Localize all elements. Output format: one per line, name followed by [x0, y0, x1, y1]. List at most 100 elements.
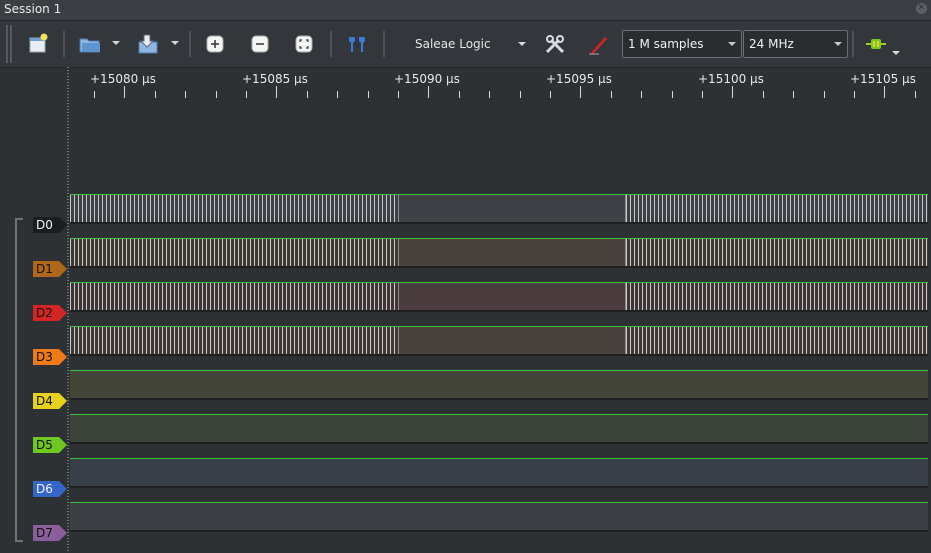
channel-label-d6[interactable]: D6 [33, 481, 67, 497]
open-icon[interactable] [78, 32, 102, 56]
signal-high-idle [398, 282, 626, 312]
signal-high-idle [398, 194, 626, 224]
ruler-tick [337, 91, 339, 98]
signal-burst [70, 194, 398, 224]
signal-burst [626, 282, 928, 312]
channel-lane-d2[interactable] [70, 276, 928, 312]
ruler-tick [732, 86, 734, 98]
channel-label-d7[interactable]: D7 [33, 525, 67, 541]
signal-burst [70, 238, 398, 268]
ruler-tick [154, 91, 156, 98]
waveform-left-edge [67, 67, 69, 553]
channel-lane-d6[interactable] [70, 452, 928, 488]
lane-divider [70, 442, 928, 444]
ruler-tick [519, 91, 521, 98]
device-name: Saleae Logic [415, 37, 491, 51]
toolbar-separator [330, 31, 332, 57]
toolbar: Saleae Logic 1 M samples 24 MHz [0, 21, 931, 68]
zoom-in-icon[interactable] [203, 32, 227, 56]
signal-high-idle [398, 326, 626, 356]
lane-divider [70, 266, 928, 268]
lane-background [70, 414, 928, 444]
toolbar-separator [852, 31, 854, 57]
window-title: Session 1 [4, 2, 62, 16]
toolbar-grip[interactable] [6, 25, 8, 63]
ruler-tick [428, 86, 430, 98]
ruler-tick [124, 86, 126, 98]
ruler-tick [762, 91, 764, 98]
ruler-tick [458, 91, 460, 98]
chevron-down-icon[interactable] [834, 42, 842, 46]
analyzer-icon[interactable] [864, 32, 888, 56]
rate-value: 24 MHz [749, 37, 794, 51]
lane-divider [70, 310, 928, 312]
channel-label-d0[interactable]: D0 [33, 217, 67, 233]
signal-high-line [70, 458, 928, 459]
new-session-icon[interactable] [27, 32, 51, 56]
ruler-label: +15100 µs [698, 72, 764, 86]
markers-icon[interactable] [345, 32, 369, 56]
device-selector[interactable]: Saleae Logic [400, 36, 530, 54]
ruler-tick [671, 91, 673, 98]
lane-background [70, 370, 928, 400]
ruler-tick [793, 91, 795, 98]
ruler-label: +15085 µs [242, 72, 308, 86]
time-ruler[interactable]: +15080 µs +15085 µs +15090 µs +15095 µs … [68, 67, 931, 107]
rate-combo[interactable]: 24 MHz [743, 30, 848, 58]
open-dropdown-arrow[interactable] [112, 41, 120, 45]
toolbar-separator [189, 31, 191, 57]
channel-group-bracket[interactable] [15, 218, 23, 542]
channel-lane-d4[interactable] [70, 364, 928, 400]
lane-divider [70, 530, 928, 532]
toolbar-grip[interactable] [10, 25, 12, 63]
zoom-out-icon[interactable] [248, 32, 272, 56]
analyzer-dropdown-arrow[interactable] [892, 51, 900, 55]
ruler-tick [276, 86, 278, 98]
ruler-label: +15095 µs [546, 72, 612, 86]
signal-high-line [70, 370, 928, 371]
ruler-label: +15105 µs [850, 72, 916, 86]
channel-label-d2[interactable]: D2 [33, 305, 67, 321]
settings-icon[interactable] [543, 32, 567, 56]
signal-high-idle [398, 238, 626, 268]
ruler-tick [914, 91, 916, 98]
close-session-icon[interactable]: ✕ [916, 3, 927, 14]
ruler-label: +15080 µs [90, 72, 156, 86]
channel-label-d4[interactable]: D4 [33, 393, 67, 409]
channel-lane-d1[interactable] [70, 232, 928, 268]
lane-background [70, 502, 928, 532]
toolbar-separator [63, 31, 65, 57]
channel-label-d5[interactable]: D5 [33, 437, 67, 453]
channel-label-d3[interactable]: D3 [33, 349, 67, 365]
samples-combo[interactable]: 1 M samples [622, 30, 742, 58]
channel-lane-d0[interactable] [70, 188, 928, 224]
ruler-tick [367, 91, 369, 98]
signal-burst [70, 326, 398, 356]
signal-burst [70, 282, 398, 312]
title-bar: Session 1 ✕ [0, 0, 931, 21]
lane-background [70, 458, 928, 488]
ruler-tick [246, 91, 247, 98]
lane-divider [70, 398, 928, 400]
save-dropdown-arrow[interactable] [171, 41, 179, 45]
lane-divider [70, 486, 928, 488]
channel-lane-d7[interactable] [70, 496, 928, 532]
channel-label-d1[interactable]: D1 [33, 261, 67, 277]
trigger-icon[interactable] [587, 32, 611, 56]
channel-lane-d5[interactable] [70, 408, 928, 444]
zoom-fit-icon[interactable] [292, 32, 316, 56]
ruler-tick [489, 91, 491, 98]
ruler-tick [854, 91, 855, 98]
ruler-tick [610, 91, 612, 98]
ruler-tick [550, 91, 551, 98]
channel-lane-d3[interactable] [70, 320, 928, 356]
samples-value: 1 M samples [628, 37, 704, 51]
signal-burst [626, 238, 928, 268]
ruler-tick [215, 91, 217, 98]
chevron-down-icon[interactable] [728, 42, 736, 46]
signal-high-line [70, 502, 928, 503]
ruler-tick [306, 91, 308, 98]
device-dropdown-arrow[interactable] [518, 42, 526, 46]
ruler-tick [94, 91, 95, 98]
save-icon[interactable] [136, 32, 160, 56]
